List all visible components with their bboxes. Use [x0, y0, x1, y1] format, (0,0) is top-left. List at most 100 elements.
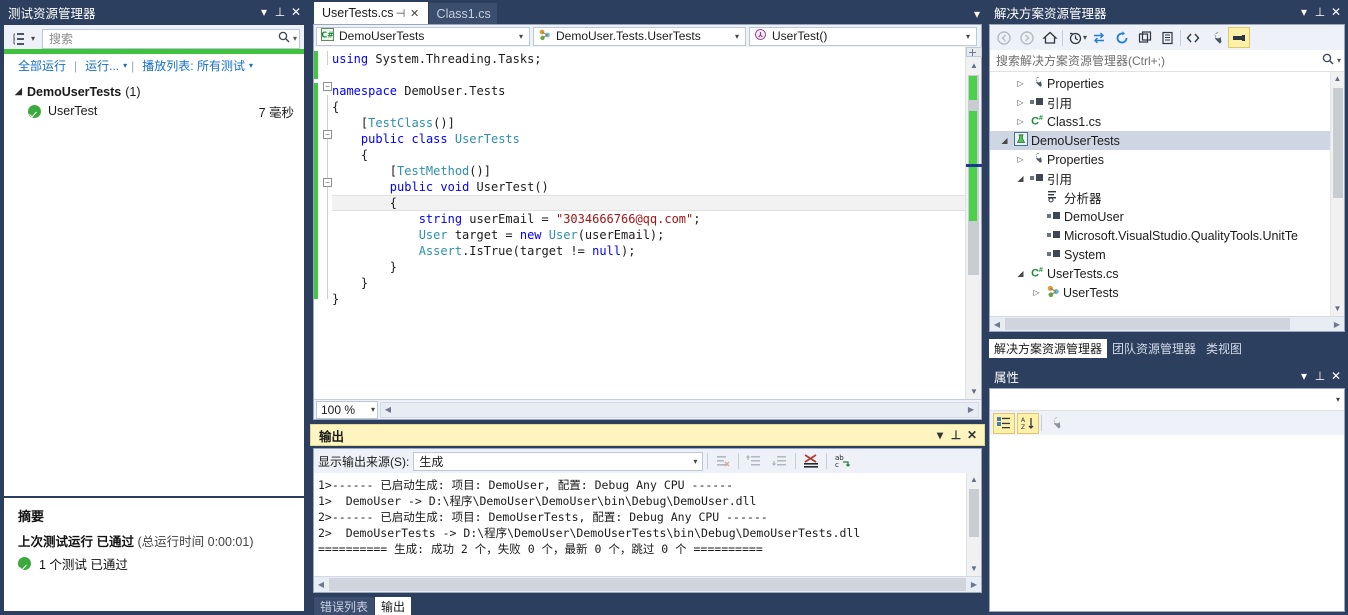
tree-node-usertests-class[interactable]: ▷ UserTests [990, 283, 1344, 302]
tree-node-demousertests[interactable]: ◢ DemoUserTests [990, 131, 1344, 150]
scroll-left-arrow[interactable]: ◀ [381, 405, 395, 414]
scroll-down-arrow[interactable]: ▼ [967, 562, 981, 576]
code-text[interactable]: using System.Threading.Tasks; namespace … [314, 51, 701, 307]
tree-node-references[interactable]: ◢ 引用 [990, 169, 1344, 188]
test-group-header[interactable]: ◢ DemoUserTests (1) [4, 82, 304, 101]
close-icon[interactable]: ✕ [964, 426, 980, 444]
output-source-dropdown[interactable]: 生成 ▾ [413, 451, 704, 471]
solution-search-input[interactable] [996, 53, 1321, 68]
alphabetical-icon[interactable]: AZ [1017, 412, 1039, 434]
chevron-down-icon[interactable]: ▾ [1296, 367, 1312, 385]
scroll-up-arrow[interactable]: ▲ [1331, 72, 1344, 86]
tab-class-view[interactable]: 类视图 [1201, 339, 1247, 358]
scroll-up-arrow[interactable]: ▲ [967, 473, 981, 487]
chevron-down-icon[interactable]: ▾ [969, 4, 985, 24]
toggle-word-wrap-icon[interactable] [800, 451, 822, 471]
properties-grid[interactable] [990, 435, 1344, 611]
pin-icon[interactable]: ⊣ [394, 7, 408, 20]
scrollbar-track[interactable] [395, 403, 964, 417]
navbar-member-dropdown[interactable]: UserTest() ▾ [749, 26, 977, 46]
pin-icon[interactable]: ⊥ [1312, 367, 1328, 385]
tree-node-properties[interactable]: ▷ Properties [990, 74, 1344, 93]
tab-output[interactable]: 输出 [375, 597, 412, 615]
chevron-down-icon[interactable]: ▾ [1335, 56, 1341, 65]
view-code-icon[interactable] [1182, 27, 1204, 48]
tab-solution-explorer[interactable]: 解决方案资源管理器 [989, 339, 1108, 358]
collapse-all-icon[interactable] [1134, 27, 1156, 48]
find-in-output-icon[interactable]: ab c [831, 451, 853, 471]
back-icon[interactable] [993, 27, 1015, 48]
chevron-down-icon[interactable]: ▾ [371, 405, 375, 414]
scroll-right-arrow[interactable]: ▶ [967, 580, 981, 589]
collapse-triangle-icon[interactable]: ◢ [998, 136, 1011, 145]
playlist-button[interactable]: 播放列表: 所有测试 [138, 57, 249, 74]
expand-triangle-icon[interactable]: ▷ [1014, 155, 1027, 164]
run-dropdown-button[interactable]: 运行... [81, 57, 123, 74]
chevron-down-icon[interactable]: ▾ [932, 426, 948, 444]
expand-triangle-icon[interactable]: ▷ [1014, 117, 1027, 126]
scroll-up-arrow[interactable]: ▲ [966, 58, 982, 73]
scroll-left-arrow[interactable]: ◀ [990, 320, 1004, 329]
scrollbar-thumb[interactable] [329, 578, 966, 591]
chevron-down-icon[interactable]: ▾ [515, 32, 527, 41]
tree-node-analyzers[interactable]: 分析器 [990, 188, 1344, 207]
categorized-icon[interactable] [993, 412, 1015, 434]
pin-icon[interactable]: ⊥ [948, 426, 964, 444]
editor-tab-usertests[interactable]: UserTests.cs ⊣ ✕ [314, 2, 428, 24]
tree-node-properties[interactable]: ▷ Properties [990, 150, 1344, 169]
scroll-down-arrow[interactable]: ▼ [966, 384, 982, 399]
refresh-icon[interactable] [1111, 27, 1133, 48]
chevron-down-icon[interactable]: ▾ [693, 457, 700, 466]
test-list-item[interactable]: UserTest 7 毫秒 [4, 101, 304, 121]
properties-icon[interactable] [1205, 27, 1227, 48]
output-text-area[interactable]: 1>------ 已启动生成: 项目: DemoUser, 配置: Debug … [314, 473, 981, 576]
chevron-down-icon[interactable]: ▾ [249, 61, 253, 70]
navbar-project-dropdown[interactable]: C# DemoUserTests ▾ [316, 26, 530, 46]
group-by-icon[interactable]: ▾ [9, 29, 38, 49]
chevron-down-icon[interactable]: ▾ [291, 34, 297, 43]
collapse-triangle-icon[interactable]: ◢ [1014, 269, 1027, 278]
expand-triangle-icon[interactable]: ▷ [1014, 98, 1027, 107]
tree-node-demouser-reference[interactable]: DemoUser [990, 207, 1344, 226]
close-icon[interactable]: ✕ [408, 7, 422, 20]
scroll-down-arrow[interactable]: ▼ [1331, 302, 1344, 316]
solution-tree-vertical-scrollbar[interactable]: ▲ ▼ [1330, 72, 1344, 316]
test-search-input[interactable] [49, 31, 277, 46]
preview-selected-items-icon[interactable] [1228, 27, 1251, 48]
tree-node-class1-cs[interactable]: ▷ C# Class1.cs [990, 112, 1344, 131]
tree-node-references[interactable]: ▷ 引用 [990, 93, 1344, 112]
scrollbar-thumb[interactable] [969, 489, 979, 537]
tree-node-unittestframework-reference[interactable]: Microsoft.VisualStudio.QualityTools.Unit… [990, 226, 1344, 245]
solution-tree[interactable]: ▷ Properties ▷ 引用 ▷ C# Class1.cs ◢ DemoU… [990, 72, 1344, 316]
chevron-down-icon[interactable]: ▾ [1083, 33, 1087, 42]
close-icon[interactable]: ✕ [288, 3, 304, 21]
go-to-previous-message-icon[interactable] [743, 451, 765, 471]
output-horizontal-scrollbar[interactable]: ◀ ▶ [314, 576, 981, 592]
pin-icon[interactable]: ⊥ [1312, 3, 1328, 21]
forward-icon[interactable] [1016, 27, 1038, 48]
expand-triangle-icon[interactable]: ▷ [1030, 288, 1043, 297]
navbar-type-dropdown[interactable]: DemoUser.Tests.UserTests ▾ [533, 26, 746, 46]
collapse-triangle-icon[interactable]: ◢ [1014, 174, 1027, 183]
scroll-left-arrow[interactable]: ◀ [314, 580, 328, 589]
zoom-level-dropdown[interactable]: 100 % ▾ [316, 400, 378, 419]
expand-triangle-icon[interactable]: ▷ [1014, 79, 1027, 88]
tab-team-explorer[interactable]: 团队资源管理器 [1107, 339, 1201, 358]
scroll-right-arrow[interactable]: ▶ [1330, 320, 1344, 329]
search-icon[interactable] [277, 30, 291, 47]
chevron-down-icon[interactable]: ▾ [731, 32, 743, 41]
test-search-box[interactable]: ▾ [42, 28, 300, 49]
split-view-handle[interactable] [966, 47, 982, 57]
editor-tab-class1[interactable]: Class1.cs [428, 3, 497, 24]
close-icon[interactable]: ✕ [1328, 367, 1344, 385]
chevron-down-icon[interactable]: ▾ [1296, 3, 1312, 21]
home-icon[interactable] [1039, 27, 1061, 48]
clear-all-icon[interactable] [712, 451, 734, 471]
tab-error-list[interactable]: 错误列表 [314, 597, 375, 615]
search-icon[interactable] [1321, 52, 1335, 69]
solution-tree-horizontal-scrollbar[interactable]: ◀ ▶ [990, 316, 1344, 331]
run-all-button[interactable]: 全部运行 [14, 57, 70, 74]
scroll-right-arrow[interactable]: ▶ [964, 405, 978, 414]
close-icon[interactable]: ✕ [1328, 3, 1344, 21]
output-vertical-scrollbar[interactable]: ▲ ▼ [966, 473, 981, 576]
